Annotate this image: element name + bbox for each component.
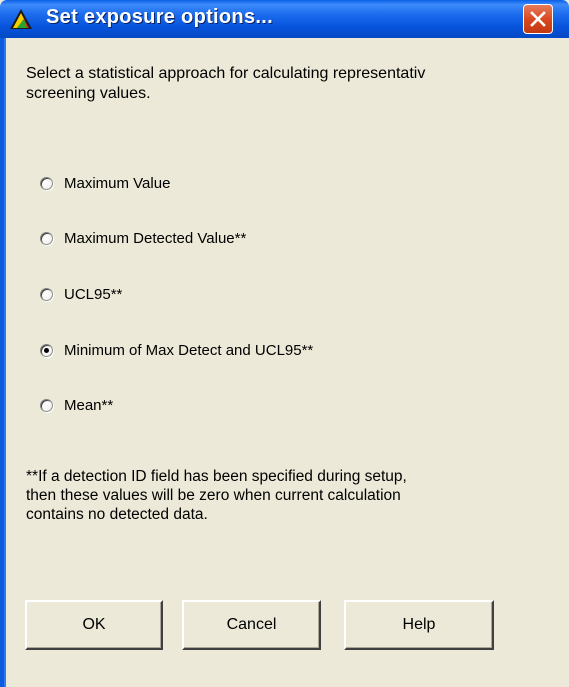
close-button[interactable] [523,4,553,34]
radio-button-selected[interactable] [40,343,53,357]
help-button[interactable]: Help [344,600,494,650]
option-label: Mean** [64,396,114,414]
option-maximum-detected-value[interactable]: Maximum Detected Value** [40,228,246,248]
radio-button[interactable] [40,398,53,412]
cancel-button[interactable]: Cancel [182,600,321,650]
option-ucl95[interactable]: UCL95** [40,284,122,304]
radio-button[interactable] [40,287,53,301]
footnote-text: **If a detection ID field has been speci… [26,468,407,523]
radio-button[interactable] [40,176,53,190]
app-logo-icon [8,7,34,31]
title-bar[interactable]: Set exposure options... [0,0,569,38]
radio-button[interactable] [40,231,53,245]
option-label: UCL95** [64,285,123,303]
option-label: Maximum Value [64,174,171,192]
option-mean[interactable]: Mean** [40,395,113,415]
ok-button[interactable]: OK [25,600,163,650]
option-label: Minimum of Max Detect and UCL95** [64,341,314,359]
window-title: Set exposure options... [46,6,273,28]
option-min-max-detect-ucl95[interactable]: Minimum of Max Detect and UCL95** [40,340,313,360]
option-maximum-value[interactable]: Maximum Value [40,173,170,193]
option-label: Maximum Detected Value** [64,229,247,247]
dialog-body [6,38,569,687]
dialog-window: Set exposure options... Select a statist… [0,0,569,687]
instruction-text: Select a statistical approach for calcul… [26,65,426,102]
close-icon [530,11,546,27]
